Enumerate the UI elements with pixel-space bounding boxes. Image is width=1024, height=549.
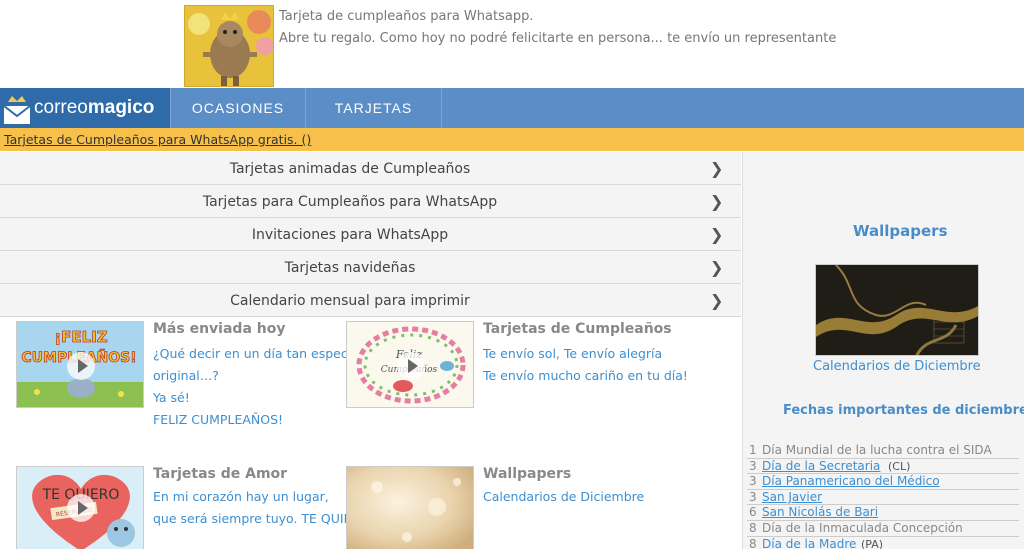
card-line[interactable]: FELIZ CUMPLEAÑOS! (153, 412, 283, 427)
sidebar-wallpapers-title[interactable]: Wallpapers (853, 222, 948, 240)
card-wallpapers: Wallpapers Calendarios de Diciembre (346, 466, 726, 549)
nav-tarjetas[interactable]: TARJETAS (306, 88, 442, 128)
card-thumbnail[interactable]: ¡FELIZ CUMPLEAÑOS! (16, 321, 144, 408)
menu-item-label: Tarjetas navideñas (284, 260, 416, 276)
category-menu: Tarjetas animadas de Cumpleaños ❯ Tarjet… (0, 152, 741, 317)
card-line[interactable]: que será siempre tuyo. TE QUIER (153, 511, 360, 526)
card-line[interactable]: Ya sé! (153, 390, 190, 405)
menu-item-label: Tarjetas animadas de Cumpleaños (229, 161, 471, 177)
announcement-bar: Tarjetas de Cumpleaños para WhatsApp gra… (0, 128, 1024, 151)
chevron-right-icon: ❯ (710, 291, 724, 310)
play-icon[interactable] (67, 494, 95, 522)
card-line[interactable]: Calendarios de Diciembre (483, 489, 644, 504)
menu-item-label: Invitaciones para WhatsApp (251, 227, 449, 243)
important-dates-list: 1 Día Mundial de la lucha contra el SIDA… (747, 443, 1019, 549)
card-line[interactable]: Te envío sol, Te envío alegría (483, 346, 662, 361)
featured-title[interactable]: Tarjeta de cumpleaños para Whatsapp. (279, 9, 533, 24)
card-mas-enviada: ¡FELIZ CUMPLEAÑOS! Más enviada hoy ¿Qué … (16, 321, 362, 441)
date-item: 3 San Javier (747, 490, 1019, 506)
menu-item-label: Calendario mensual para imprimir (230, 293, 470, 309)
card-thumbnail[interactable]: Feliz Cumpleaños (346, 321, 474, 408)
chevron-right-icon: ❯ (710, 258, 724, 277)
date-item: 1 Día Mundial de la lucha contra el SIDA (747, 443, 1019, 459)
card-tarjetas-amor: TE QUIERO RESERVADO Tarjetas de Amor En … (16, 466, 360, 549)
envelope-crown-icon (3, 96, 31, 124)
wallpaper-thumbnail[interactable] (815, 264, 979, 356)
menu-item-invitaciones[interactable]: Invitaciones para WhatsApp ❯ (0, 218, 741, 251)
date-day: 6 (749, 505, 757, 520)
date-country: (PA) (861, 537, 884, 549)
nav-ocasiones[interactable]: OCASIONES (170, 88, 306, 128)
featured-description: Abre tu regalo. Como hoy no podré felici… (279, 31, 837, 46)
featured-card[interactable]: Tarjeta de cumpleaños para Whatsapp. Abr… (184, 5, 836, 87)
announcement-link[interactable]: Tarjetas de Cumpleaños para WhatsApp gra… (4, 132, 311, 147)
menu-item-cumpleanos-whatsapp[interactable]: Tarjetas para Cumpleaños para WhatsApp ❯ (0, 185, 741, 218)
date-item: 3 Día de la Secretaria (CL) (747, 459, 1019, 475)
card-line[interactable]: Te envío mucho cariño en tu día! (483, 368, 688, 383)
play-icon[interactable] (397, 352, 425, 380)
logo-text: correomagico (34, 97, 155, 118)
date-country: (CL) (888, 459, 911, 473)
date-name-link[interactable]: Día Panamericano del Médico (762, 474, 940, 489)
menu-item-label: Tarjetas para Cumpleaños para WhatsApp (202, 194, 498, 210)
chevron-right-icon: ❯ (710, 225, 724, 244)
card-title[interactable]: Más enviada hoy (153, 321, 285, 337)
menu-item-calendario[interactable]: Calendario mensual para imprimir ❯ (0, 284, 741, 317)
site-logo[interactable]: correomagico (0, 88, 170, 128)
card-title[interactable]: Tarjetas de Cumpleaños (483, 321, 672, 337)
menu-item-tarjetas-animadas[interactable]: Tarjetas animadas de Cumpleaños ❯ (0, 152, 741, 185)
date-name-link[interactable]: Día de la Madre (762, 537, 856, 549)
card-line[interactable]: original…? (153, 368, 219, 383)
date-name: Día de la Inmaculada Concepción (762, 520, 963, 535)
main-navbar: correomagico OCASIONES TARJETAS (0, 88, 1024, 128)
date-name-link[interactable]: San Nicolás de Bari (762, 505, 878, 520)
sidebar-wallpapers-link[interactable]: Calendarios de Diciembre (813, 359, 981, 374)
date-item: 6 San Nicolás de Bari (747, 505, 1019, 521)
date-day: 3 (749, 474, 757, 489)
sidebar-fechas-title: Fechas importantes de diciembre (783, 403, 1024, 418)
date-day: 8 (749, 536, 757, 549)
date-name-link[interactable]: San Javier (762, 490, 822, 505)
chevron-right-icon: ❯ (710, 192, 724, 211)
featured-thumbnail[interactable] (184, 5, 274, 87)
chevron-right-icon: ❯ (710, 159, 724, 178)
card-line[interactable]: En mi corazón hay un lugar, (153, 489, 329, 504)
card-line[interactable]: ¿Qué decir en un día tan especial (153, 346, 362, 361)
right-sidebar: Wallpapers Calendarios de Diciembre Fech… (742, 152, 1024, 549)
menu-item-navidenas[interactable]: Tarjetas navideñas ❯ (0, 251, 741, 284)
play-icon[interactable] (67, 352, 95, 380)
thumb-text: ¡FELIZ (54, 328, 107, 346)
date-day: 3 (749, 489, 757, 504)
card-thumbnail[interactable]: TE QUIERO RESERVADO (16, 466, 144, 549)
date-day: 1 (749, 443, 757, 457)
date-name-link[interactable]: Día de la Secretaria (762, 459, 880, 474)
date-day: 3 (749, 458, 757, 473)
date-day: 8 (749, 520, 757, 535)
card-tarjetas-cumpleanos: Feliz Cumpleaños Tarjetas de Cumpleaños … (346, 321, 726, 441)
date-name: Día Mundial de la lucha contra el SIDA (762, 443, 992, 457)
date-item: 8 Día de la Madre (PA) (747, 537, 1019, 549)
date-item: 8 Día de la Inmaculada Concepción (747, 521, 1019, 537)
card-title[interactable]: Wallpapers (483, 466, 571, 482)
card-title[interactable]: Tarjetas de Amor (153, 466, 287, 482)
date-item: 3 Día Panamericano del Médico (747, 474, 1019, 490)
card-thumbnail[interactable] (346, 466, 474, 549)
